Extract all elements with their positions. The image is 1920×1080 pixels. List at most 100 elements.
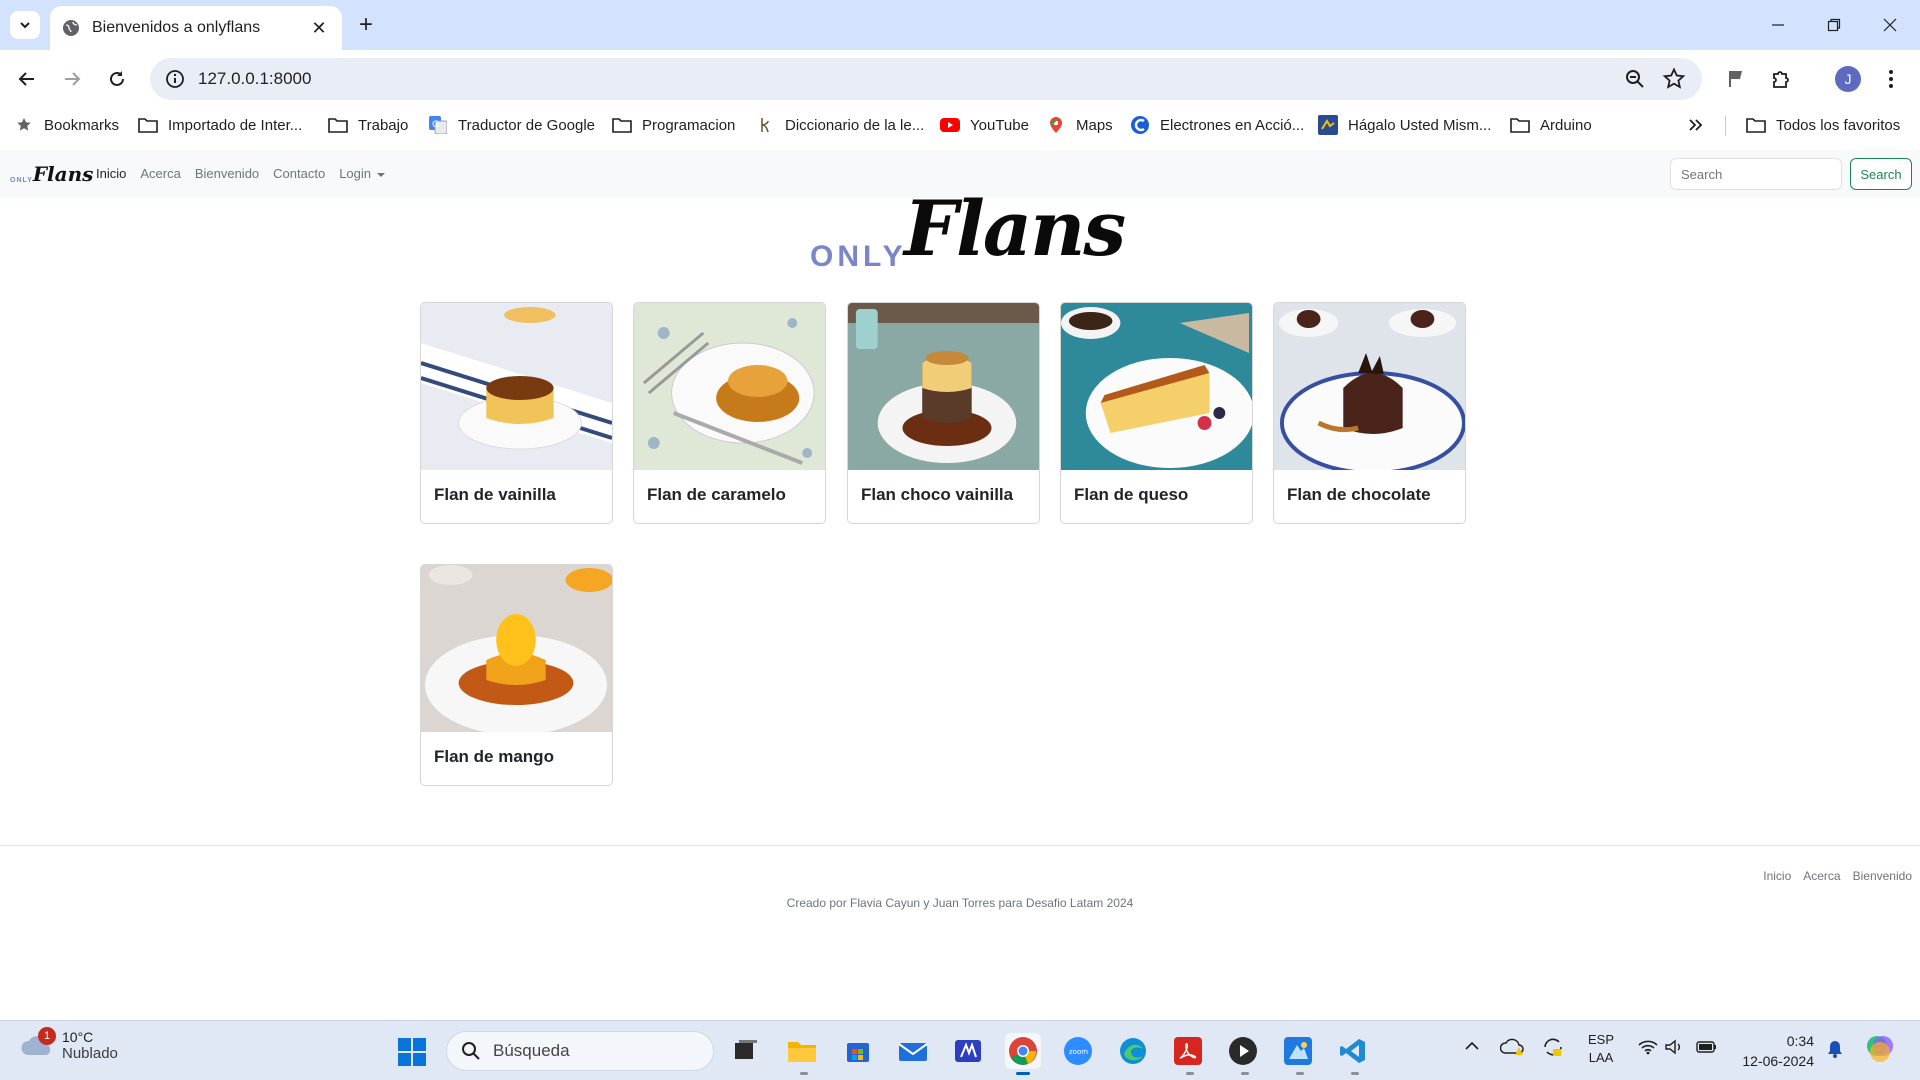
bookmarks-divider (1725, 116, 1726, 136)
arrow-right-icon (65, 72, 81, 86)
star-icon (14, 115, 34, 135)
edge-icon[interactable] (1115, 1033, 1151, 1069)
task-view-icon[interactable] (728, 1033, 764, 1069)
svg-text:G: G (432, 120, 439, 130)
bookmark-item[interactable]: G Traductor de Google (428, 114, 595, 136)
bookmarks-overflow-button[interactable] (1688, 114, 1704, 136)
flan-chocolate-image (1274, 303, 1465, 475)
acrobat-icon[interactable] (1170, 1033, 1206, 1069)
nav-link-acerca[interactable]: Acerca (140, 166, 180, 181)
bookmark-item[interactable]: Hágalo Usted Mism... (1318, 114, 1491, 136)
minimize-button[interactable] (1750, 0, 1806, 50)
close-tab-icon[interactable]: ✕ (308, 17, 330, 39)
running-indicator (800, 1072, 808, 1075)
notification-bell-icon[interactable] (1826, 1039, 1844, 1062)
profile-avatar[interactable]: J (1835, 66, 1861, 92)
product-title: Flan de queso (1074, 485, 1189, 504)
weather-temp: 10°C (62, 1029, 94, 1045)
footer-link-inicio[interactable]: Inicio (1763, 869, 1791, 883)
search-input[interactable] (1670, 158, 1842, 190)
puzzle-icon (1773, 71, 1789, 88)
folder-icon (1746, 115, 1766, 135)
media-player-icon[interactable] (1225, 1033, 1261, 1069)
bookmark-item[interactable]: Programacion (612, 114, 735, 136)
url-text[interactable]: 127.0.0.1:8000 (198, 69, 311, 89)
flan-mango-image (421, 565, 612, 735)
store-icon[interactable] (840, 1033, 876, 1069)
weather-widget[interactable]: 10°C Nublado (20, 1029, 118, 1062)
footer-links: Inicio Acerca Bienvenido (1763, 869, 1912, 883)
double-chevron-right-icon (1689, 119, 1703, 131)
paint-icon[interactable] (1280, 1033, 1316, 1069)
bookmarks-bar: Bookmarks Importado de Inter... Trabajo … (0, 108, 1920, 142)
vscode-icon[interactable] (1335, 1033, 1371, 1069)
nav-dropdown-login[interactable]: Login (339, 166, 386, 181)
menu-button[interactable] (1876, 64, 1906, 94)
product-card[interactable]: Flan de vainilla (420, 302, 613, 524)
site-info-icon[interactable] (164, 68, 186, 90)
product-card[interactable]: Flan de caramelo (633, 302, 826, 524)
battery-icon[interactable] (1696, 1039, 1718, 1058)
product-title: Flan de vainilla (434, 485, 556, 504)
nav-link-inicio[interactable]: Inicio (96, 166, 126, 181)
restore-button[interactable] (1806, 0, 1862, 50)
running-indicator (1241, 1072, 1249, 1075)
bookmark-star-icon[interactable] (1662, 67, 1686, 91)
product-card[interactable]: Flan de chocolate (1273, 302, 1466, 524)
zoom-app-icon[interactable]: zoom (1060, 1033, 1096, 1069)
web-page: ONLY Flans Inicio Acerca Bienvenido Cont… (0, 150, 1920, 1020)
bookmark-item[interactable]: YouTube (940, 114, 1029, 136)
language-indicator[interactable]: ESP LAA (1588, 1031, 1614, 1067)
bookmark-item[interactable]: Electrones en Acció... (1130, 114, 1304, 136)
bookmark-item[interactable]: Trabajo (328, 114, 408, 136)
tab-search-button[interactable] (10, 11, 40, 39)
volume-icon[interactable] (1664, 1039, 1684, 1058)
forward-button[interactable] (55, 62, 89, 96)
nav-link-bienvenido[interactable]: Bienvenido (195, 166, 259, 181)
navbar-brand-logo[interactable]: ONLY Flans (10, 162, 93, 186)
mail-icon[interactable] (895, 1033, 931, 1069)
show-hidden-icons-chevron-icon[interactable] (1464, 1039, 1480, 1054)
file-explorer-icon[interactable] (784, 1033, 820, 1069)
reload-button[interactable] (100, 62, 134, 96)
product-card[interactable]: Flan de mango (420, 564, 613, 786)
zoom-icon[interactable] (1624, 68, 1646, 90)
system-clock[interactable]: 0:34 12-06-2024 (1730, 1031, 1814, 1071)
close-window-button[interactable] (1862, 0, 1918, 50)
product-card[interactable]: Flan de queso (1060, 302, 1253, 524)
windows-start-icon[interactable] (397, 1037, 427, 1067)
product-card[interactable]: Flan choco vainilla (847, 302, 1040, 524)
flan-vainilla-image (421, 303, 612, 470)
address-bar[interactable]: 127.0.0.1:8000 (150, 58, 1702, 100)
footer-credit: Creado por Flavia Cayun y Juan Torres pa… (786, 896, 1134, 910)
browser-tab[interactable]: Bienvenidos a onlyflans ✕ (50, 6, 342, 50)
flag-icon (1729, 71, 1742, 87)
maps-icon (1046, 115, 1066, 135)
minimize-icon (1772, 24, 1784, 26)
tab-title: Bienvenidos a onlyflans (92, 19, 261, 36)
extension-button[interactable] (1721, 64, 1751, 94)
tab-strip: Bienvenidos a onlyflans ✕ + (0, 0, 1920, 50)
bookmark-item[interactable]: Diccionario de la le... (755, 114, 924, 136)
nav-link-contacto[interactable]: Contacto (273, 166, 325, 181)
bookmark-item[interactable]: Maps (1046, 114, 1113, 136)
app-icon-blue[interactable] (950, 1033, 986, 1069)
taskbar-search[interactable]: Búsqueda (446, 1031, 714, 1071)
new-tab-button[interactable]: + (352, 11, 380, 39)
chrome-icon[interactable] (1005, 1033, 1041, 1069)
copilot-icon[interactable] (1864, 1033, 1896, 1068)
sync-icon[interactable] (1541, 1037, 1565, 1060)
onedrive-warning-icon[interactable] (1499, 1037, 1524, 1060)
wifi-icon[interactable] (1638, 1039, 1658, 1058)
flan-choco-vainilla-image (848, 303, 1039, 470)
back-button[interactable] (10, 62, 44, 96)
footer-link-acerca[interactable]: Acerca (1803, 869, 1840, 883)
bookmark-item[interactable]: Importado de Inter... (138, 114, 302, 136)
nav-links: Inicio Acerca Bienvenido Contacto Login (96, 166, 386, 181)
bookmark-item[interactable]: Bookmarks (14, 114, 119, 136)
all-favorites[interactable]: Todos los favoritos (1746, 114, 1900, 136)
bookmark-item[interactable]: Arduino (1510, 114, 1592, 136)
extensions-button[interactable] (1766, 64, 1796, 94)
search-button[interactable]: Search (1850, 158, 1912, 190)
footer-link-bienvenido[interactable]: Bienvenido (1853, 869, 1912, 883)
